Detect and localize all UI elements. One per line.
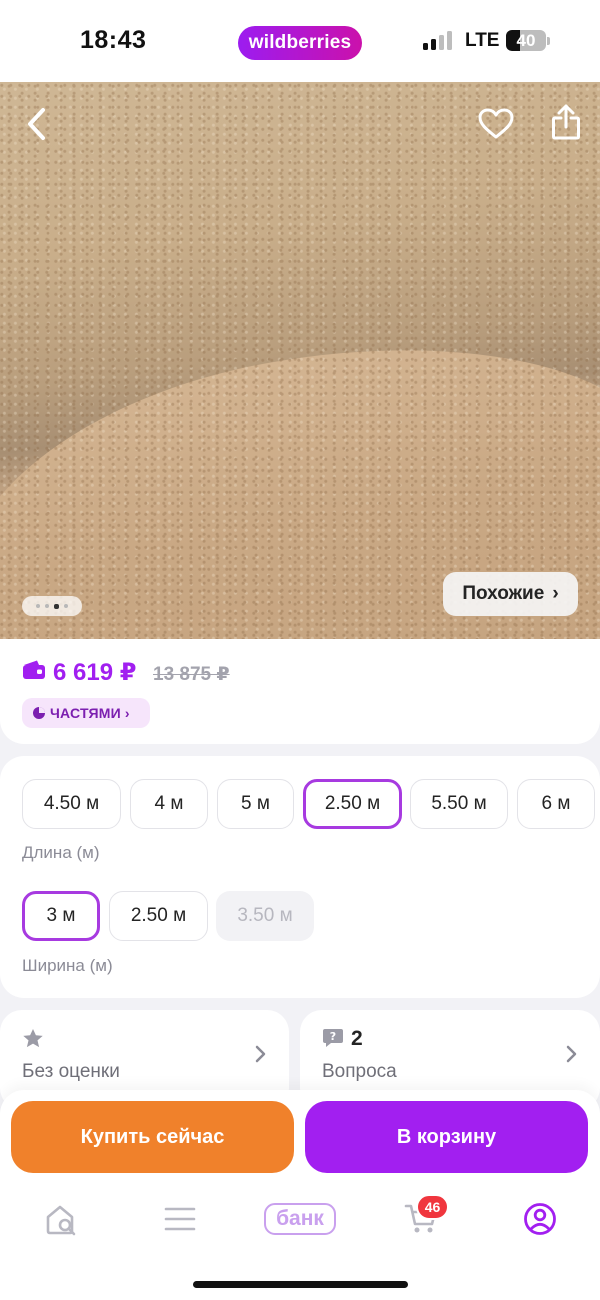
similar-products-button[interactable]: Похожие ›: [443, 572, 578, 616]
question-bubble-icon: ?: [323, 1029, 343, 1047]
product-photo[interactable]: Похожие ›: [0, 82, 600, 639]
battery-level: 40: [516, 31, 536, 50]
chevron-left-icon: [28, 108, 45, 140]
width-caption: Ширина (м): [22, 956, 113, 975]
signal-icon: [423, 30, 455, 50]
home-search-icon: [46, 1205, 76, 1236]
length-option[interactable]: 4.50 м: [22, 779, 121, 829]
chevron-right-icon: [255, 1045, 266, 1063]
profile-icon: [524, 1203, 556, 1235]
add-to-cart-button[interactable]: В корзину: [305, 1101, 588, 1173]
width-option-selected[interactable]: 3 м: [22, 891, 100, 941]
wildberries-logo: wildberries: [238, 26, 362, 60]
gallery-dot: [45, 604, 49, 608]
price-current: 6 619 ₽: [53, 659, 137, 686]
length-option[interactable]: 4 м: [130, 779, 208, 829]
favorite-button[interactable]: [474, 102, 518, 146]
price-card: 6 619 ₽ 13 875 ₽ ЧАСТЯМИ ›: [0, 639, 600, 744]
share-icon: [552, 104, 580, 140]
options-card: 4.50 м 4 м 5 м 2.50 м 5.50 м 6 м Длина (…: [0, 756, 600, 998]
pie-chart-icon: [33, 707, 45, 719]
battery-icon: 40: [506, 30, 546, 51]
length-option[interactable]: 6 м: [517, 779, 595, 829]
status-time: 18:43: [80, 26, 147, 54]
chevron-right-icon: ›: [124, 705, 130, 721]
chevron-right-icon: [566, 1045, 577, 1063]
home-indicator: [193, 1281, 408, 1288]
catalog-menu-icon: [164, 1207, 196, 1231]
buy-now-button[interactable]: Купить сейчас: [11, 1101, 294, 1173]
questions-count: 2: [351, 1027, 363, 1050]
length-option[interactable]: 5 м: [217, 779, 294, 829]
length-option[interactable]: 5.50 м: [410, 779, 508, 829]
rating-label: Без оценки: [22, 1061, 120, 1082]
heart-icon: [478, 108, 514, 139]
similar-label: Похожие: [462, 583, 545, 604]
length-caption: Длина (м): [22, 843, 100, 862]
questions-label: Вопроса: [322, 1061, 397, 1082]
photo-texture: [0, 82, 600, 639]
star-icon: [23, 1029, 43, 1048]
cart-count-badge: 46: [416, 1194, 449, 1220]
share-button[interactable]: [544, 98, 588, 146]
length-option-selected[interactable]: 2.50 м: [303, 779, 402, 829]
width-option-disabled: 3.50 м: [216, 891, 314, 941]
installments-label: ЧАСТЯМИ: [50, 705, 121, 721]
tab-catalog[interactable]: [155, 1195, 205, 1243]
tab-home[interactable]: [36, 1195, 86, 1243]
price-old: 13 875 ₽: [153, 664, 230, 685]
battery-cap: [547, 37, 550, 45]
status-bar: 18:43 wildberries LTE 40: [0, 0, 600, 82]
gallery-dot: [36, 604, 40, 608]
wallet-icon: [23, 660, 45, 679]
installments-badge[interactable]: ЧАСТЯМИ ›: [22, 698, 150, 728]
chevron-right-icon: ›: [552, 583, 559, 604]
network-type: LTE: [465, 30, 500, 51]
gallery-dots[interactable]: [22, 596, 82, 616]
gallery-dot: [64, 604, 68, 608]
tab-profile[interactable]: [518, 1195, 562, 1243]
bank-logo: банк: [264, 1203, 336, 1235]
tab-bank[interactable]: банк: [263, 1195, 337, 1243]
svg-text:?: ?: [330, 1030, 336, 1043]
width-option[interactable]: 2.50 м: [109, 891, 208, 941]
gallery-dot-active: [54, 603, 59, 609]
back-button[interactable]: [18, 102, 54, 146]
